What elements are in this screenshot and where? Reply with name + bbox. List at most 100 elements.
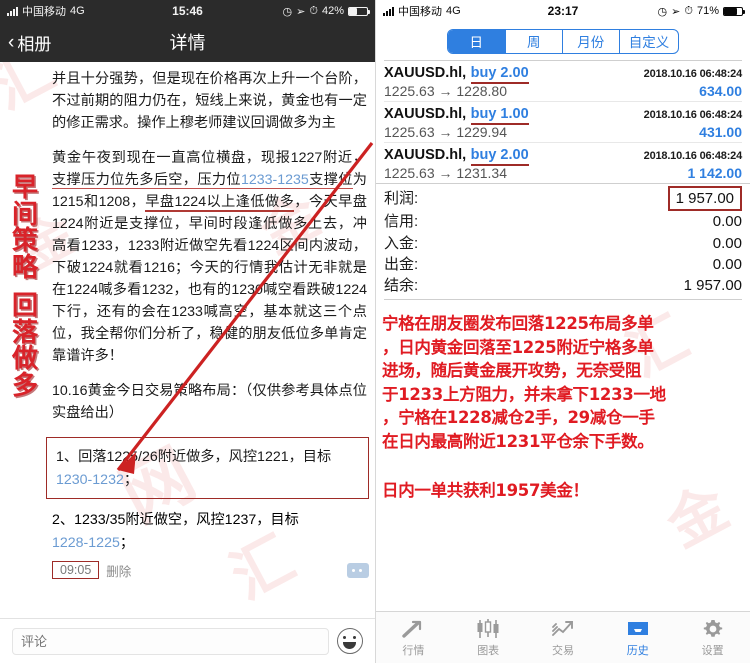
- emoji-icon[interactable]: [337, 628, 363, 654]
- summary-row-deposit: 入金: 0.00: [384, 233, 742, 254]
- alarm-icon: ◷: [282, 5, 293, 18]
- tab-settings[interactable]: 设置: [675, 618, 750, 658]
- bottom-tab-bar: 行情 图表 交易 历史 设置: [376, 611, 750, 663]
- deal-prices: 1225.63 → 1231.34: [384, 165, 507, 181]
- segment-day[interactable]: 日: [447, 29, 505, 53]
- summary-value: 1 957.00: [683, 277, 742, 295]
- commentary-line: ，日内黄金回落至1225附近宁格多单: [382, 337, 654, 357]
- commentary-footer: 日内一单共获利1957美金！: [382, 481, 589, 501]
- strategy-item-1: 1、回落1225/26附近做多，风控1221，目标1230-1232；: [46, 437, 369, 500]
- deal-row[interactable]: XAUUSD.hl, buy 2.00 2018.10.16 06:48:24 …: [384, 60, 742, 101]
- battery-percent-label: 71%: [696, 5, 719, 17]
- summary-divider: [384, 299, 742, 301]
- summary-label: 入金:: [384, 234, 419, 252]
- commentary-line: 进场，随后黄金展开攻势，无奈受阻: [382, 361, 642, 381]
- deal-history-list: XAUUSD.hl, buy 2.00 2018.10.16 06:48:24 …: [376, 60, 750, 183]
- post-meta-row: 09:05 删除: [52, 561, 369, 580]
- deal-row[interactable]: XAUUSD.hl, buy 1.00 2018.10.16 06:48:24 …: [384, 101, 742, 142]
- deal-side: buy 2.00: [470, 65, 529, 84]
- commentary-line: 宁格在朋友圈发布回落1225布局多单: [382, 314, 654, 334]
- deal-profit: 634.00: [699, 83, 742, 99]
- period-segmented-control: 日 周 月份 自定义: [376, 22, 750, 60]
- deal-symbol: XAUUSD.hl,: [384, 147, 467, 163]
- summary-row-withdrawal: 出金: 0.00: [384, 254, 742, 275]
- deal-side: buy 1.00: [470, 106, 529, 125]
- tab-label: 设置: [701, 644, 724, 657]
- deal-profit: 1 142.00: [687, 165, 743, 181]
- battery-percent-label: 42%: [321, 5, 344, 17]
- headline-char: 间: [11, 199, 38, 230]
- article-body: 并且十分强势，但是现在价格再次上升一个台阶，不过前期的阻力仍在，短线上来说，黄金…: [0, 62, 375, 424]
- summary-row-balance: 结余: 1 957.00: [384, 275, 742, 296]
- deal-datetime: 2018.10.16 06:48:24: [643, 150, 743, 162]
- commentary-line: ，宁格在1228减仓2手，29减仓一手: [382, 408, 655, 428]
- alarm-clock-icon: ⏱: [309, 4, 318, 17]
- summary-row-credit: 信用: 0.00: [384, 211, 742, 232]
- paragraph-intro: 并且十分强势，但是现在价格再次上升一个台阶，不过前期的阻力仍在，短线上来说，黄金…: [52, 71, 367, 131]
- summary-label: 信用:: [384, 213, 419, 231]
- summary-label: 出金:: [384, 255, 419, 273]
- left-navbar: ‹ 相册 详情: [0, 22, 375, 62]
- headline-char: 略: [11, 252, 38, 283]
- headline-char: 策: [11, 226, 38, 257]
- post-time: 09:05: [52, 561, 100, 580]
- tab-charts[interactable]: 图表: [451, 618, 526, 658]
- page-title: 详情: [169, 33, 206, 53]
- summary-value: 0.00: [712, 213, 742, 231]
- account-summary: 利润: 1 957.00 信用: 0.00 入金: 0.00 出金: 0.00 …: [376, 183, 750, 304]
- summary-label: 结余:: [384, 277, 419, 295]
- deal-row[interactable]: XAUUSD.hl, buy 2.00 2018.10.16 06:48:24 …: [384, 142, 742, 183]
- deal-symbol: XAUUSD.hl,: [384, 65, 467, 81]
- tab-quotes[interactable]: 行情: [376, 618, 451, 658]
- chart-icon: [475, 618, 501, 640]
- tab-label: 交易: [551, 644, 574, 657]
- history-icon: [625, 618, 651, 640]
- deal-side: buy 2.00: [470, 147, 529, 166]
- comment-action-icon[interactable]: [347, 562, 369, 578]
- tab-trade[interactable]: 交易: [526, 618, 601, 658]
- paragraph-strategy-header: 10.16黄金今日交易策略布局：（仅供参考具体点位实盘给出）: [52, 383, 367, 421]
- summary-value: 0.00: [712, 234, 742, 252]
- summary-label: 利润:: [384, 190, 419, 207]
- tab-label: 图表: [477, 644, 500, 657]
- left-status-bar: 中国移动 4G 15:46 ◷ ➢ ⏱ 42%: [0, 0, 375, 22]
- headline-char: 做: [11, 344, 38, 375]
- summary-value: 1 957.00: [667, 186, 742, 212]
- summary-value: 0.00: [712, 255, 742, 273]
- headline-char: 早: [11, 173, 38, 203]
- location-arrow-icon: ➢: [296, 5, 306, 18]
- battery-icon: [348, 6, 370, 16]
- location-arrow-icon: ➢: [671, 5, 681, 18]
- trade-icon: [550, 618, 576, 640]
- right-status-bar: 中国移动 4G 23:17 ◷ ➢ ⏱ 71%: [376, 0, 750, 22]
- deal-datetime: 2018.10.16 06:48:24: [643, 68, 743, 80]
- deal-datetime: 2018.10.16 06:48:24: [643, 109, 743, 121]
- segment-week[interactable]: 周: [504, 29, 562, 53]
- strategy-item-2: 2、1233/35附近做空，风控1237，目标 1228-1225；: [52, 512, 299, 552]
- segment-month[interactable]: 月份: [561, 29, 619, 53]
- commentary-line: 在日内最高附近1231平仓余下手数。: [382, 431, 654, 451]
- headline-char: 多: [11, 370, 38, 401]
- right-phone-panel: 汇 金 中国移动 4G 23:17 ◷ ➢ ⏱ 71% 日 周 月份 自定义 X…: [375, 0, 750, 663]
- battery-icon: [723, 6, 745, 16]
- headline-char: 落: [11, 317, 38, 348]
- segment-custom[interactable]: 自定义: [618, 29, 679, 53]
- headline-char: 回: [11, 291, 38, 322]
- commentary-line: 于1233上方阻力，并未拿下1233一地: [382, 384, 666, 404]
- summary-row-profit: 利润: 1 957.00: [384, 186, 742, 212]
- comment-input[interactable]: [12, 627, 329, 655]
- quotes-icon: [401, 618, 425, 640]
- alarm-clock-icon: ⏱: [684, 4, 693, 17]
- delete-button[interactable]: 删除: [106, 561, 131, 580]
- tab-history[interactable]: 历史: [600, 618, 675, 658]
- left-phone-panel: 汇 金 网 汇 金 中国移动 4G 15:46 ◷ ➢ ⏱ 42% ‹ 相册 详…: [0, 0, 375, 663]
- alarm-icon: ◷: [657, 5, 668, 18]
- paragraph-analysis: 黄金午夜到现在一直高位横盘，现报1227附近，支撑压力位先多后空，压力位1233…: [52, 150, 367, 364]
- screenshot-root: 汇 金 网 汇 金 中国移动 4G 15:46 ◷ ➢ ⏱ 42% ‹ 相册 详…: [0, 0, 750, 663]
- tab-label: 历史: [626, 644, 649, 657]
- commentary-overlay: 宁格在朋友圈发布回落1225布局多单 ，日内黄金回落至1225附近宁格多单 进场…: [376, 304, 750, 502]
- deal-prices: 1225.63 → 1228.80: [384, 83, 507, 99]
- tab-label: 行情: [402, 644, 425, 657]
- deal-symbol: XAUUSD.hl,: [384, 106, 467, 122]
- deal-profit: 431.00: [699, 124, 742, 140]
